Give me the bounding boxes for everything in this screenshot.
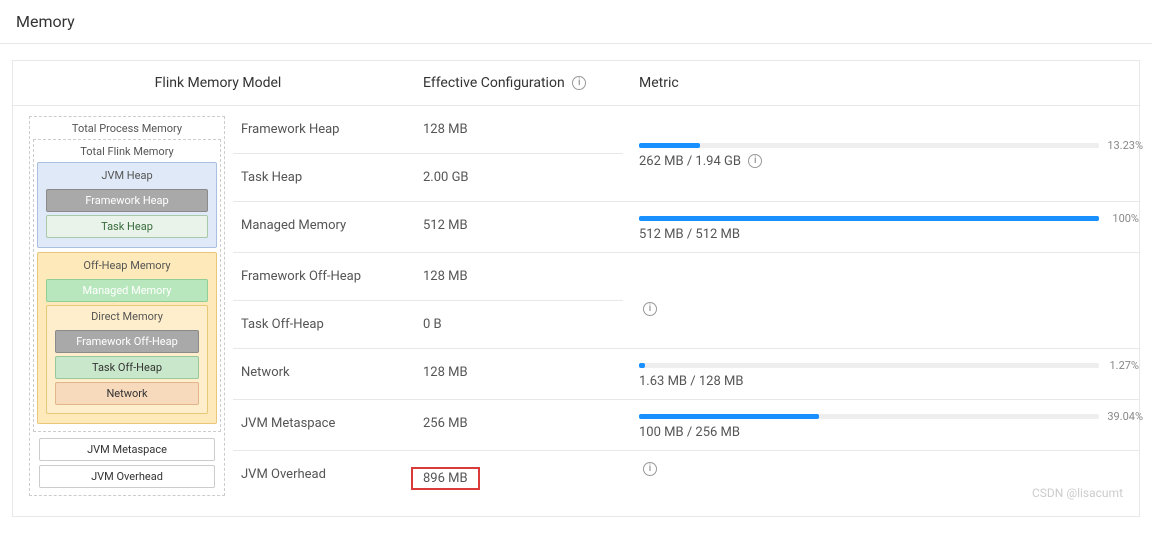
row-network: Network 128 MB 1.27% 1.63 MB / 128 MB	[233, 349, 1139, 400]
progress-fill	[639, 143, 700, 148]
progress-bar: 100%	[639, 216, 1099, 221]
info-icon[interactable]: i	[572, 76, 586, 90]
metric-text: 100 MB / 256 MB	[639, 425, 1099, 440]
diagram-jvm-metaspace: JVM Metaspace	[39, 438, 215, 461]
divider	[0, 43, 1152, 44]
progress-fill	[639, 414, 819, 419]
row-task-offheap-label: Task Off-Heap	[233, 301, 423, 348]
header-config-label: Effective Configuration	[423, 75, 565, 91]
row-framework-heap-config: 128 MB	[423, 106, 623, 153]
progress-fill	[639, 216, 1099, 221]
page-title: Memory	[0, 0, 1152, 43]
header-model: Flink Memory Model	[13, 61, 423, 105]
diagram-direct-memory: Direct Memory Framework Off-Heap Task Of…	[46, 305, 208, 414]
memory-diagram: Total Process Memory Total Flink Memory …	[13, 106, 233, 516]
row-managed-metric: 100% 512 MB / 512 MB	[623, 202, 1139, 252]
row-network-config: 128 MB	[423, 349, 623, 399]
row-overhead-label: JVM Overhead	[233, 451, 423, 506]
diagram-task-heap: Task Heap	[46, 215, 208, 238]
row-framework-heap-label: Framework Heap	[233, 106, 423, 153]
row-task-heap-config: 2.00 GB	[423, 154, 623, 201]
diagram-jvm-overhead: JVM Overhead	[39, 465, 215, 488]
header-metric: Metric	[623, 61, 1139, 105]
diagram-direct-title: Direct Memory	[51, 308, 203, 327]
row-overhead: JVM Overhead 896 MB i CSDN @lisacumt	[233, 451, 1139, 506]
diagram-managed-memory: Managed Memory	[46, 279, 208, 302]
progress-fill	[639, 363, 645, 368]
progress-bar: 39.04%	[639, 414, 1099, 419]
progress-bar: 1.27%	[639, 363, 1099, 368]
row-metaspace-label: JVM Metaspace	[233, 400, 423, 450]
table-header-row: Flink Memory Model Effective Configurati…	[13, 61, 1139, 106]
progress-percent: 39.04%	[1107, 410, 1143, 423]
diagram-task-off-heap: Task Off-Heap	[55, 356, 199, 379]
diagram-framework-off-heap: Framework Off-Heap	[55, 330, 199, 353]
row-managed-config: 512 MB	[423, 202, 623, 252]
row-managed-label: Managed Memory	[233, 202, 423, 252]
diagram-framework-heap: Framework Heap	[46, 189, 208, 212]
watermark: CSDN @lisacumt	[1032, 486, 1123, 500]
header-config: Effective Configuration i	[423, 61, 623, 105]
row-framework-offheap-label: Framework Off-Heap	[233, 253, 423, 300]
row-metaspace-metric: 39.04% 100 MB / 256 MB	[623, 400, 1139, 450]
row-metaspace: JVM Metaspace 256 MB 39.04% 100 MB / 256…	[233, 400, 1139, 451]
row-metaspace-config: 256 MB	[423, 400, 623, 450]
row-task-heap-label: Task Heap	[233, 154, 423, 201]
memory-card: Flink Memory Model Effective Configurati…	[12, 60, 1140, 517]
row-offheap-metric: i	[623, 275, 1139, 326]
diagram-jvm-heap: JVM Heap Framework Heap Task Heap	[37, 162, 217, 248]
memory-table: Framework Heap 128 MB Task Heap 2.00 GB …	[233, 106, 1139, 516]
row-managed: Managed Memory 512 MB 100% 512 MB / 512 …	[233, 202, 1139, 253]
progress-percent: 100%	[1112, 212, 1139, 225]
diagram-off-heap-title: Off-Heap Memory	[42, 257, 212, 276]
diagram-total-process: Total Process Memory	[33, 120, 221, 139]
row-offheap-group: Framework Off-Heap 128 MB Task Off-Heap …	[233, 253, 1139, 349]
row-network-metric: 1.27% 1.63 MB / 128 MB	[623, 349, 1139, 399]
metric-text: 262 MB / 1.94 GB	[639, 154, 741, 169]
info-icon[interactable]: i	[748, 154, 762, 168]
row-overhead-config: 896 MB	[423, 451, 623, 506]
diagram-total-flink: Total Flink Memory	[37, 143, 217, 162]
row-framework-offheap-config: 128 MB	[423, 253, 623, 300]
row-heap-metric: 13.23% 262 MB / 1.94 GB i	[623, 129, 1139, 179]
row-network-label: Network	[233, 349, 423, 399]
metric-text: 512 MB / 512 MB	[639, 227, 1099, 242]
progress-percent: 1.27%	[1109, 359, 1139, 372]
info-icon[interactable]: i	[643, 302, 657, 316]
row-heap-group: Framework Heap 128 MB Task Heap 2.00 GB …	[233, 106, 1139, 202]
row-task-offheap-config: 0 B	[423, 301, 623, 348]
info-icon[interactable]: i	[643, 462, 657, 476]
metric-text: 1.63 MB / 128 MB	[639, 374, 1099, 389]
diagram-off-heap: Off-Heap Memory Managed Memory Direct Me…	[37, 252, 217, 424]
progress-percent: 13.23%	[1107, 139, 1143, 152]
diagram-network: Network	[55, 382, 199, 405]
diagram-jvm-heap-title: JVM Heap	[42, 167, 212, 186]
overhead-value-highlight: 896 MB	[411, 467, 480, 490]
progress-bar: 13.23%	[639, 143, 1099, 148]
